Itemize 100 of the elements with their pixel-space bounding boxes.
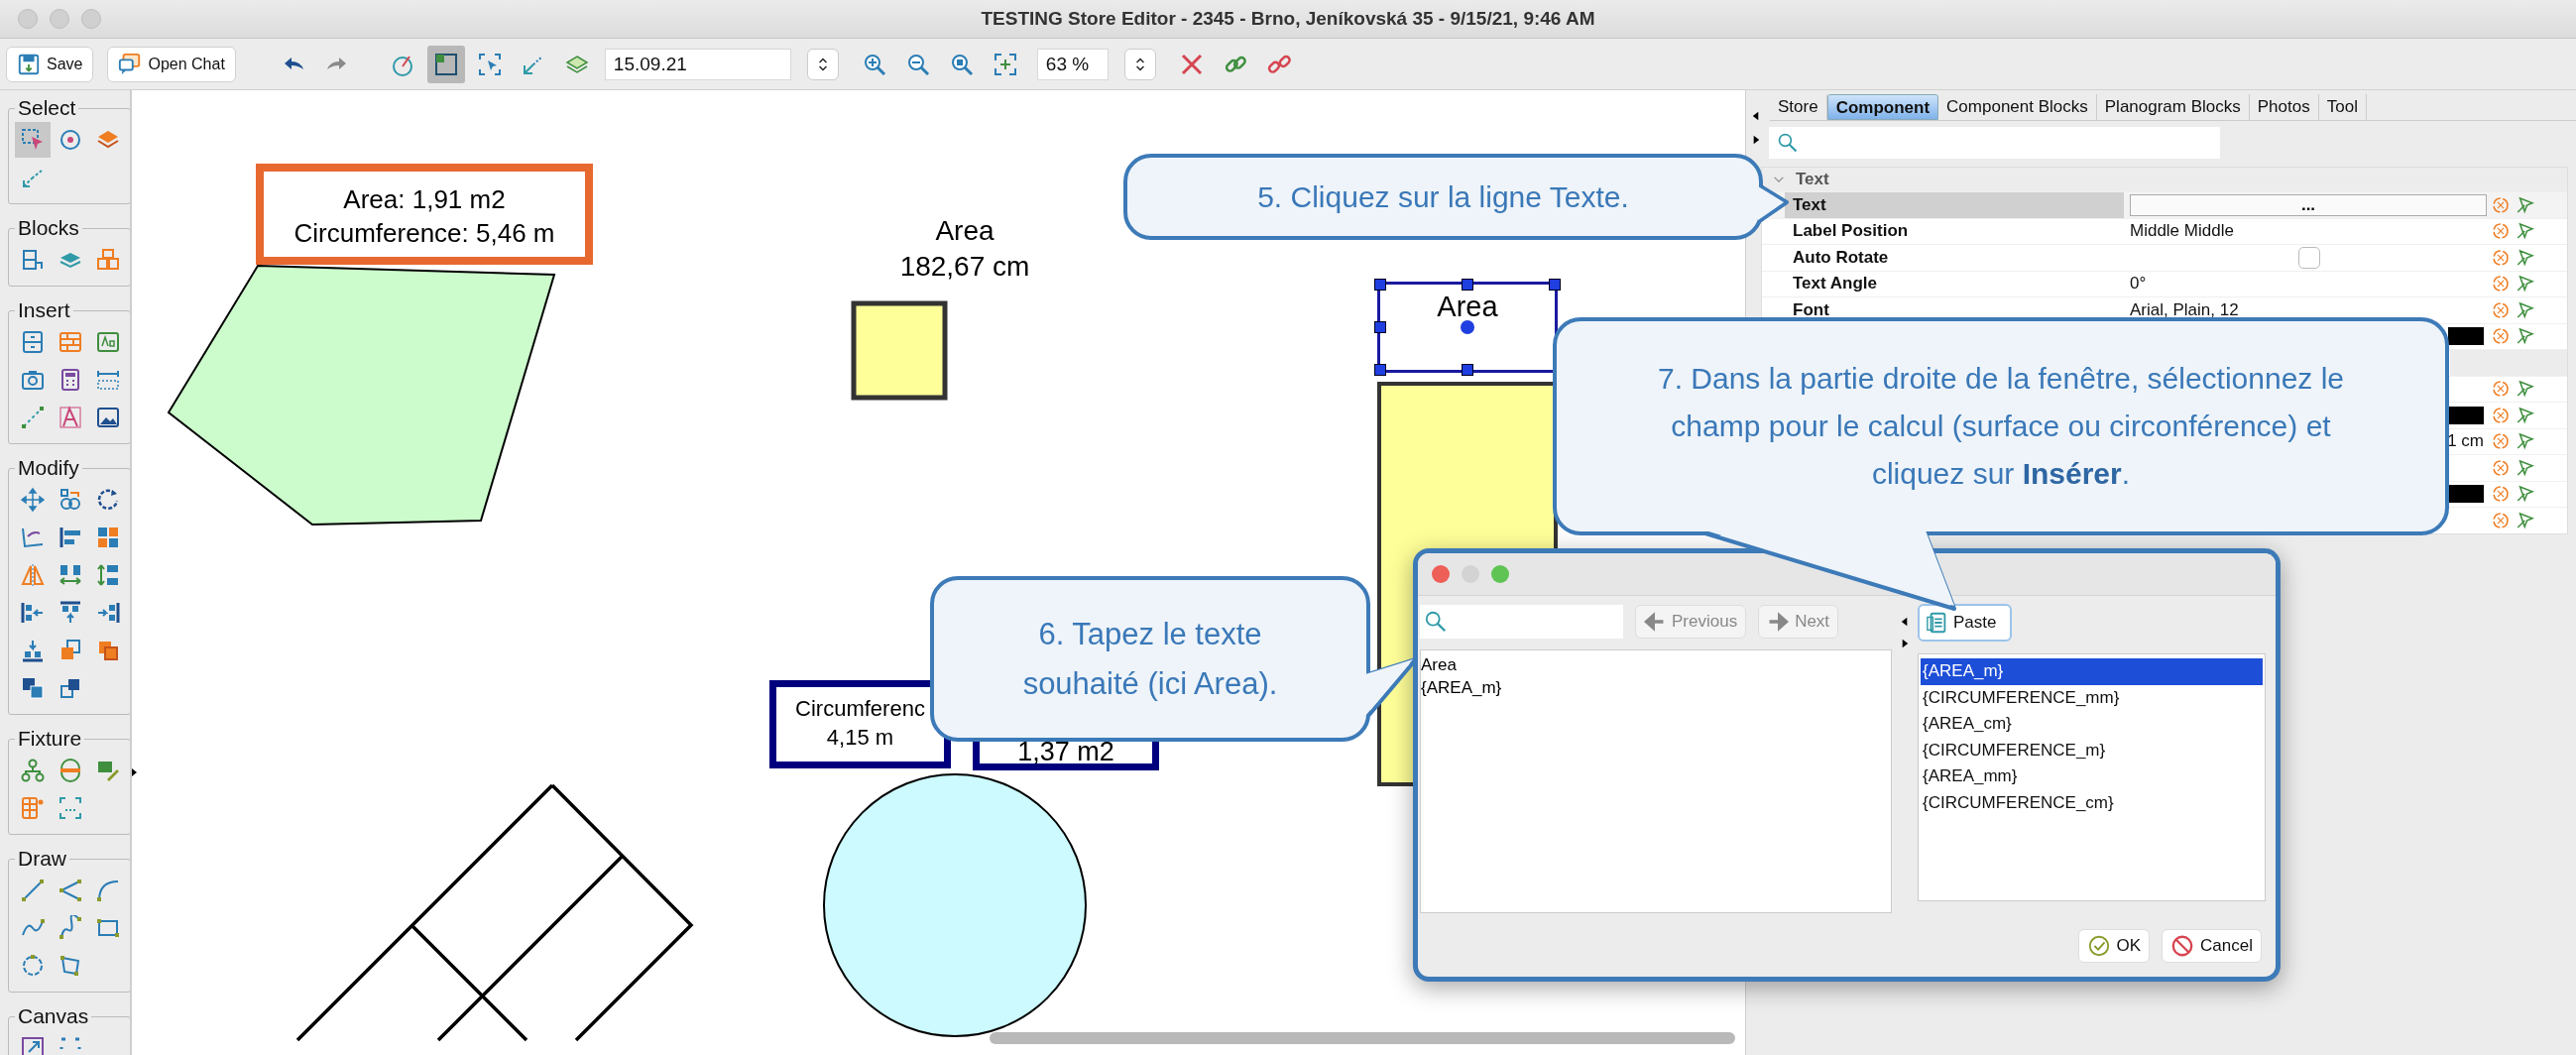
- group-title: Fixture: [17, 727, 83, 751]
- ellipsis-button[interactable]: ...: [2130, 193, 2487, 216]
- property-row[interactable]: Auto Rotate: [1762, 244, 2567, 271]
- bricks-icon[interactable]: [95, 247, 121, 273]
- scrollbar-thumb[interactable]: [990, 1032, 1735, 1044]
- property-name: Auto Rotate: [1793, 247, 1889, 268]
- list-item[interactable]: {CIRCUMFERENCE_m}: [1921, 737, 2263, 763]
- pointer-icon[interactable]: [2515, 405, 2535, 425]
- hierarchy-icon[interactable]: [20, 758, 46, 783]
- cancel-button[interactable]: Cancel: [2162, 929, 2262, 963]
- rotation-handle[interactable]: [1461, 320, 1474, 334]
- tiles-icon[interactable]: [95, 525, 121, 550]
- brick-wall-icon[interactable]: [58, 329, 83, 355]
- color-swatch[interactable]: [2448, 485, 2484, 504]
- list-item[interactable]: {CIRCUMFERENCE_cm}: [1921, 789, 2263, 816]
- ok-button[interactable]: OK: [2077, 929, 2151, 963]
- tab[interactable]: Tool: [2318, 94, 2367, 120]
- rotate-icon[interactable]: [95, 487, 121, 513]
- layout-icon[interactable]: [432, 51, 459, 77]
- label-text: Area: [935, 214, 995, 248]
- resize-handle[interactable]: [1374, 321, 1386, 333]
- date-field[interactable]: 15.09.21: [604, 48, 791, 80]
- pointer-icon[interactable]: [2515, 379, 2535, 400]
- text-area[interactable]: Area {AREA_m}: [1420, 649, 1892, 913]
- polyline-icon[interactable]: [58, 878, 83, 903]
- stepper-button[interactable]: [1123, 48, 1156, 80]
- close-window-button[interactable]: [1432, 565, 1450, 583]
- shelf-unit-icon[interactable]: [20, 795, 46, 821]
- framed-label[interactable]: Area: 1,91 m2 Circumference: 5,46 m: [256, 164, 593, 265]
- pointer-icon[interactable]: [2515, 194, 2535, 215]
- select-frame-icon[interactable]: [476, 51, 503, 77]
- tab[interactable]: Component: [1826, 94, 1939, 120]
- target-icon[interactable]: [58, 127, 83, 153]
- resize-handle[interactable]: [1462, 279, 1473, 291]
- label-text: Area: [1437, 290, 1498, 324]
- search-field[interactable]: [1769, 127, 2220, 159]
- pointer-icon[interactable]: [2515, 431, 2535, 452]
- resize-handle[interactable]: [1462, 364, 1473, 376]
- property-row[interactable]: Text Angle 0°: [1762, 270, 2567, 296]
- drawer-icon[interactable]: [20, 329, 46, 355]
- left-arrow-icon: [1644, 611, 1666, 633]
- spread-vertical-icon[interactable]: [95, 562, 121, 588]
- list-item[interactable]: {AREA_cm}: [1921, 711, 2263, 738]
- resize-handle[interactable]: [1549, 279, 1561, 291]
- pointer-icon[interactable]: [2515, 457, 2535, 478]
- paste-button[interactable]: Paste: [1918, 604, 2012, 642]
- overlap-squares-icon[interactable]: [20, 675, 46, 701]
- save-button[interactable]: Save: [6, 46, 94, 82]
- stepper-button[interactable]: [806, 48, 839, 80]
- align-right-arrow-icon[interactable]: [95, 600, 121, 626]
- pointer-icon[interactable]: [2515, 274, 2535, 294]
- search-field[interactable]: [1420, 605, 1623, 639]
- move-icon[interactable]: [20, 487, 46, 513]
- tab[interactable]: Planogram Blocks: [2096, 94, 2250, 120]
- fit-to-screen-icon[interactable]: [992, 51, 1018, 77]
- resize-icon[interactable]: [20, 1035, 46, 1055]
- text-label[interactable]: Area 182,67 cm: [856, 213, 1074, 287]
- line-icon[interactable]: [20, 878, 46, 903]
- ring-icon[interactable]: [58, 758, 83, 783]
- color-swatch[interactable]: [2448, 327, 2484, 346]
- list-item[interactable]: {CIRCUMFERENCE_mm}: [1921, 684, 2263, 711]
- arc-icon[interactable]: [95, 878, 121, 903]
- label-text: 182,67 cm: [899, 250, 1030, 285]
- mirror-icon[interactable]: [20, 562, 46, 588]
- image-icon[interactable]: [95, 405, 121, 430]
- align-left-arrow-icon[interactable]: [20, 600, 46, 626]
- color-swatch[interactable]: [2448, 406, 2484, 424]
- zigzag-curve-icon[interactable]: [58, 915, 83, 941]
- align-left-icon[interactable]: [58, 525, 83, 550]
- zoom-field[interactable]: 63 %: [1036, 48, 1109, 80]
- numbering-icon[interactable]: [58, 795, 83, 821]
- dotted-line-icon[interactable]: [20, 405, 46, 430]
- pointer-icon[interactable]: [2515, 247, 2535, 268]
- document-icon[interactable]: [58, 405, 83, 430]
- pointer-icon[interactable]: [2515, 510, 2535, 530]
- tab[interactable]: Store: [1770, 94, 1827, 120]
- list-item[interactable]: {AREA_mm}: [1921, 763, 2263, 790]
- property-name: Font: [1793, 299, 1829, 320]
- pointer-icon[interactable]: [2515, 484, 2535, 505]
- cabinet-icon[interactable]: [20, 247, 46, 273]
- resize-handle[interactable]: [1374, 364, 1386, 376]
- checkbox[interactable]: [2298, 246, 2320, 269]
- spread-horizontal-icon[interactable]: [58, 562, 83, 588]
- window-title: TESTING Store Editor - 2345 - Brno, Jeníkovská 35 - 9/15/21, 9:46 AM: [981, 8, 1595, 29]
- swap-icon[interactable]: [58, 487, 83, 513]
- tab[interactable]: Photos: [2249, 94, 2319, 120]
- align-top-arrow-icon[interactable]: [58, 600, 83, 626]
- pointer-icon[interactable]: [2515, 221, 2535, 242]
- property-row[interactable]: Label Position Middle Middle: [1762, 217, 2567, 244]
- list-item[interactable]: {AREA_m}: [1921, 658, 2263, 685]
- resize-handle[interactable]: [1374, 279, 1386, 291]
- framed-label[interactable]: Circumferenc 4,15 m: [769, 680, 951, 768]
- open-chat-button[interactable]: Open Chat: [107, 46, 236, 82]
- circle-icon[interactable]: [20, 953, 46, 979]
- pointer-icon[interactable]: [2515, 326, 2535, 347]
- tab[interactable]: Component Blocks: [1938, 94, 2097, 120]
- align-bottom-arrow-icon[interactable]: [20, 638, 46, 663]
- framed-label[interactable]: 1,37 m2: [973, 741, 1159, 770]
- pointer-icon[interactable]: [2515, 299, 2535, 320]
- text-box-icon[interactable]: [95, 329, 121, 355]
